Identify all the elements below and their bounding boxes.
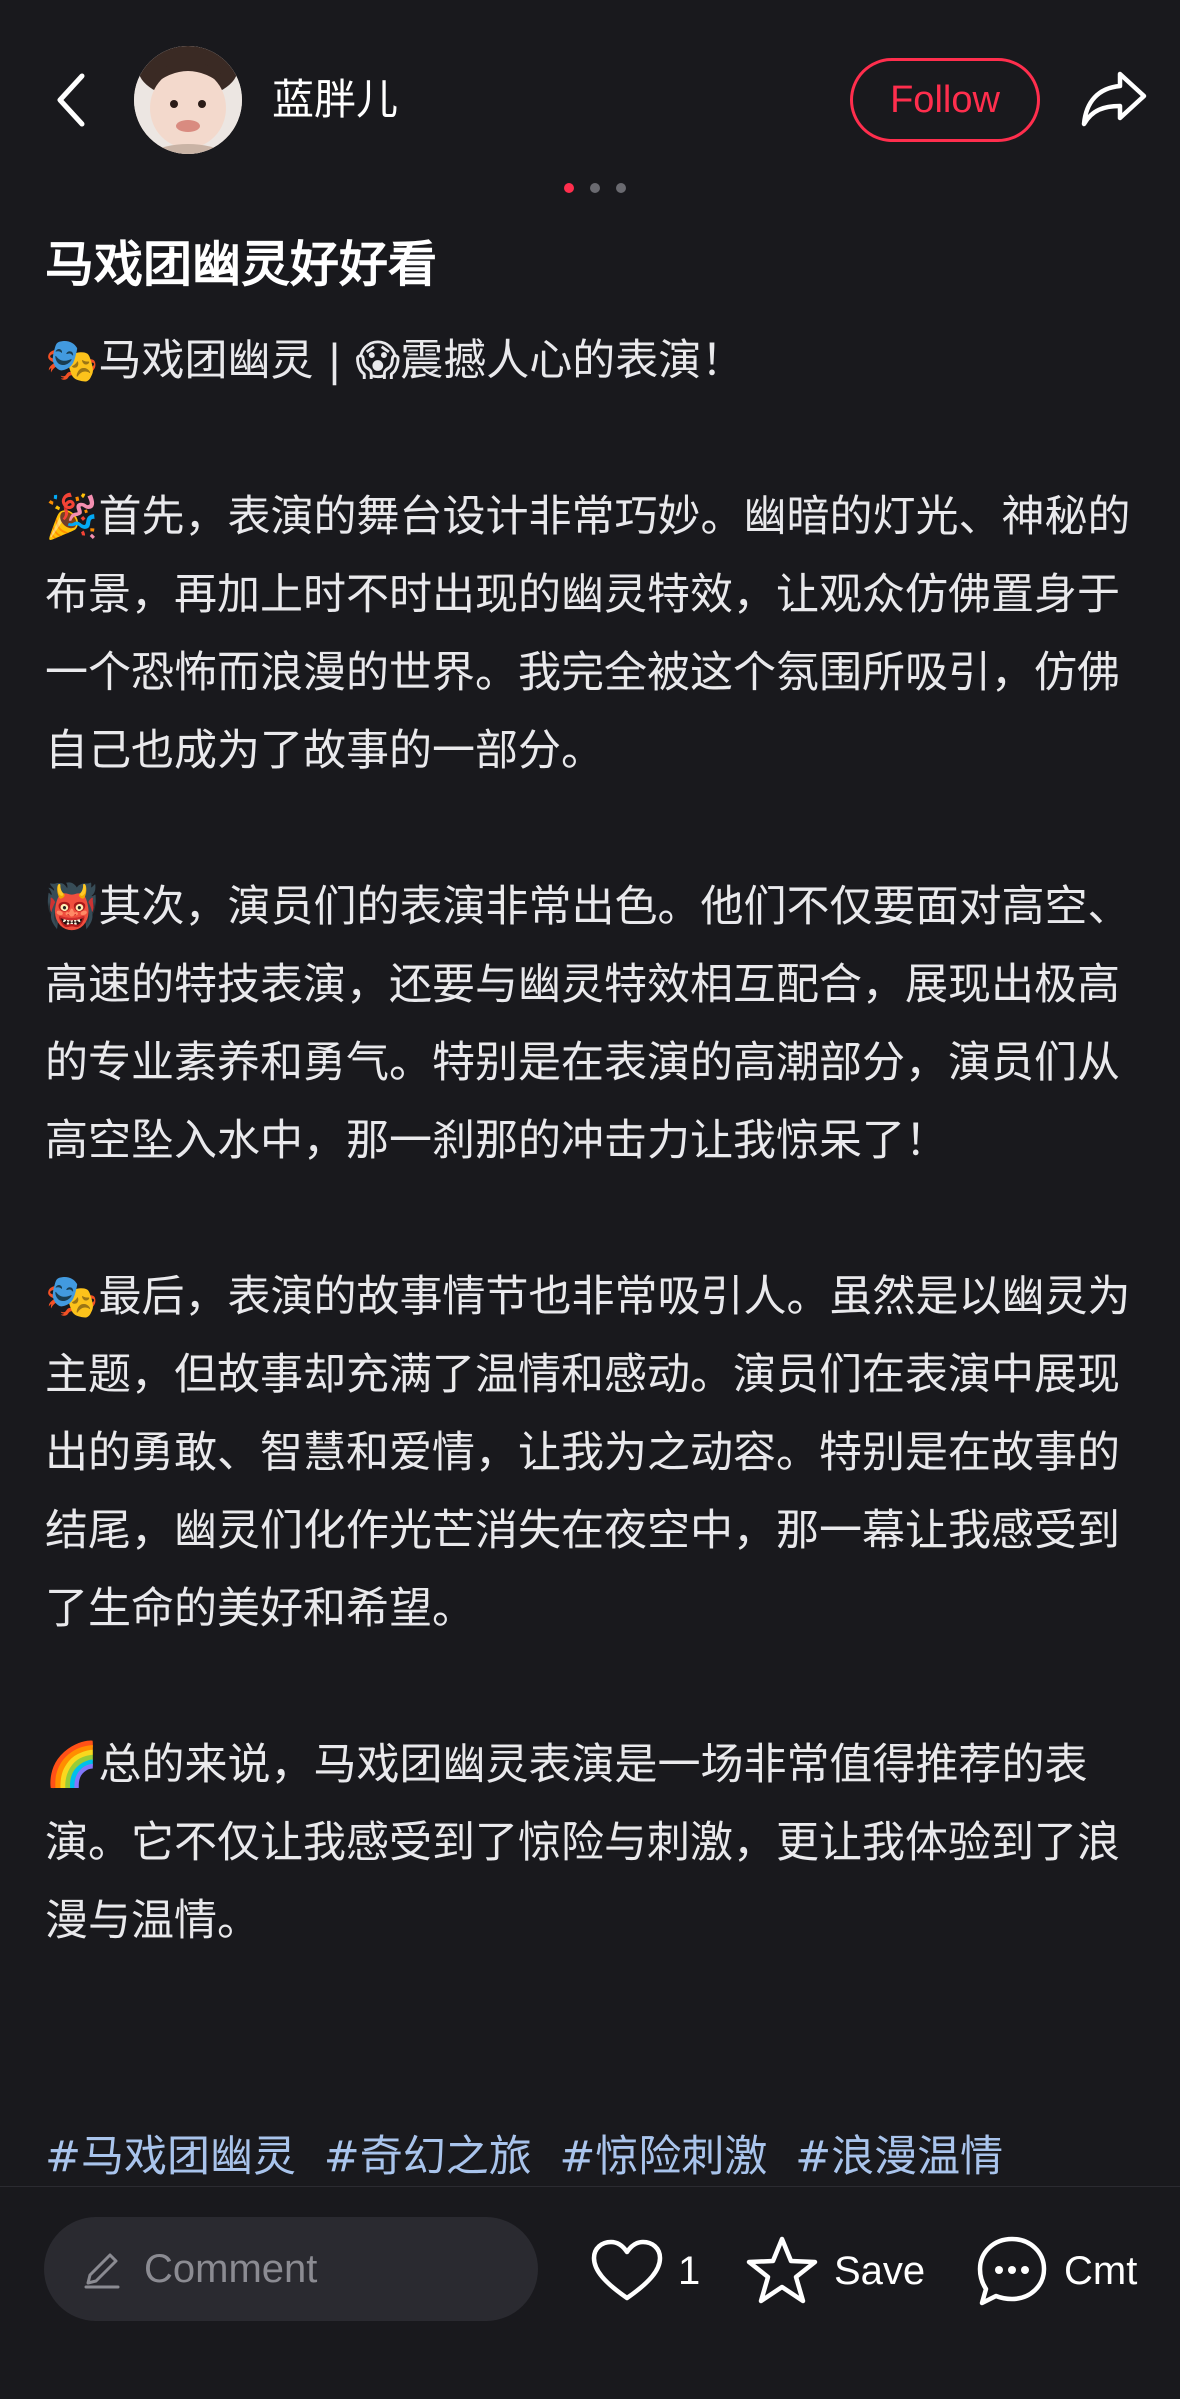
top-bar: 蓝胖儿 Follow xyxy=(0,0,1180,200)
pencil-icon xyxy=(84,2253,120,2289)
hashtag-list: #马戏团幽灵 #奇幻之旅 #惊险刺激 #浪漫温情 xyxy=(45,2118,1150,2196)
comment-input[interactable]: Comment xyxy=(44,2217,538,2321)
star-icon xyxy=(746,2236,818,2304)
comment-bubble-icon xyxy=(977,2236,1047,2306)
comment-button[interactable]: Cmt xyxy=(974,2235,1137,2307)
body-paragraph: 🎉首先，表演的舞台设计非常巧妙。幽暗的灯光、神秘的布景，再加上时不时出现的幽灵特… xyxy=(45,492,1131,776)
author-avatar[interactable] xyxy=(134,46,242,154)
heart-icon xyxy=(591,2239,663,2301)
body-paragraph: 🌈总的来说，马戏团幽灵表演是一场非常值得推荐的表演。它不仅让我感受到了惊险与刺激… xyxy=(45,1740,1120,1946)
like-button[interactable]: 1 xyxy=(590,2235,700,2307)
back-button[interactable] xyxy=(40,60,100,140)
hashtag-link[interactable]: #马戏团幽灵 xyxy=(45,2132,296,2182)
carousel-dot xyxy=(590,183,600,193)
carousel-indicator xyxy=(560,183,630,193)
post-title: 马戏团幽灵好好看 xyxy=(45,236,438,293)
post-detail-page: 蓝胖儿 Follow 马戏团幽灵好好看 🎭马戏团幽灵 | 😱震撼人心的表演！ 🎉… xyxy=(0,0,1180,2399)
body-paragraph: 🎭马戏团幽灵 | 😱震撼人心的表演！ xyxy=(45,336,745,386)
share-button[interactable] xyxy=(1078,62,1150,134)
chevron-left-icon xyxy=(57,73,85,127)
save-label: Save xyxy=(834,2248,926,2293)
hashtag-link[interactable]: #奇幻之旅 xyxy=(324,2132,532,2182)
comment-label: Cmt xyxy=(1064,2248,1138,2293)
hashtag-link[interactable]: #浪漫温情 xyxy=(795,2132,1003,2182)
hashtag-link[interactable]: #惊险刺激 xyxy=(559,2132,767,2182)
body-paragraph: 👹其次，演员们的表演非常出色。他们不仅要面对高空、高速的特技表演，还要与幽灵特效… xyxy=(45,882,1131,1166)
carousel-dot xyxy=(616,183,626,193)
like-count: 1 xyxy=(678,2248,701,2293)
carousel-dot-active xyxy=(564,183,574,193)
bottom-action-bar: Comment 1 Save Cmt xyxy=(0,2186,1180,2399)
author-name[interactable]: 蓝胖儿 xyxy=(272,70,398,130)
share-icon xyxy=(1081,71,1147,127)
comment-placeholder: Comment xyxy=(144,2246,318,2291)
follow-button[interactable]: Follow xyxy=(850,58,1040,142)
body-paragraph: 🎭最后，表演的故事情节也非常吸引人。虽然是以幽灵为主题，但故事却充满了温情和感动… xyxy=(45,1272,1131,1634)
save-button[interactable]: Save xyxy=(744,2235,925,2307)
post-body: 🎭马戏团幽灵 | 😱震撼人心的表演！ 🎉首先，表演的舞台设计非常巧妙。幽暗的灯光… xyxy=(45,322,1150,1960)
avatar-image xyxy=(134,46,242,154)
